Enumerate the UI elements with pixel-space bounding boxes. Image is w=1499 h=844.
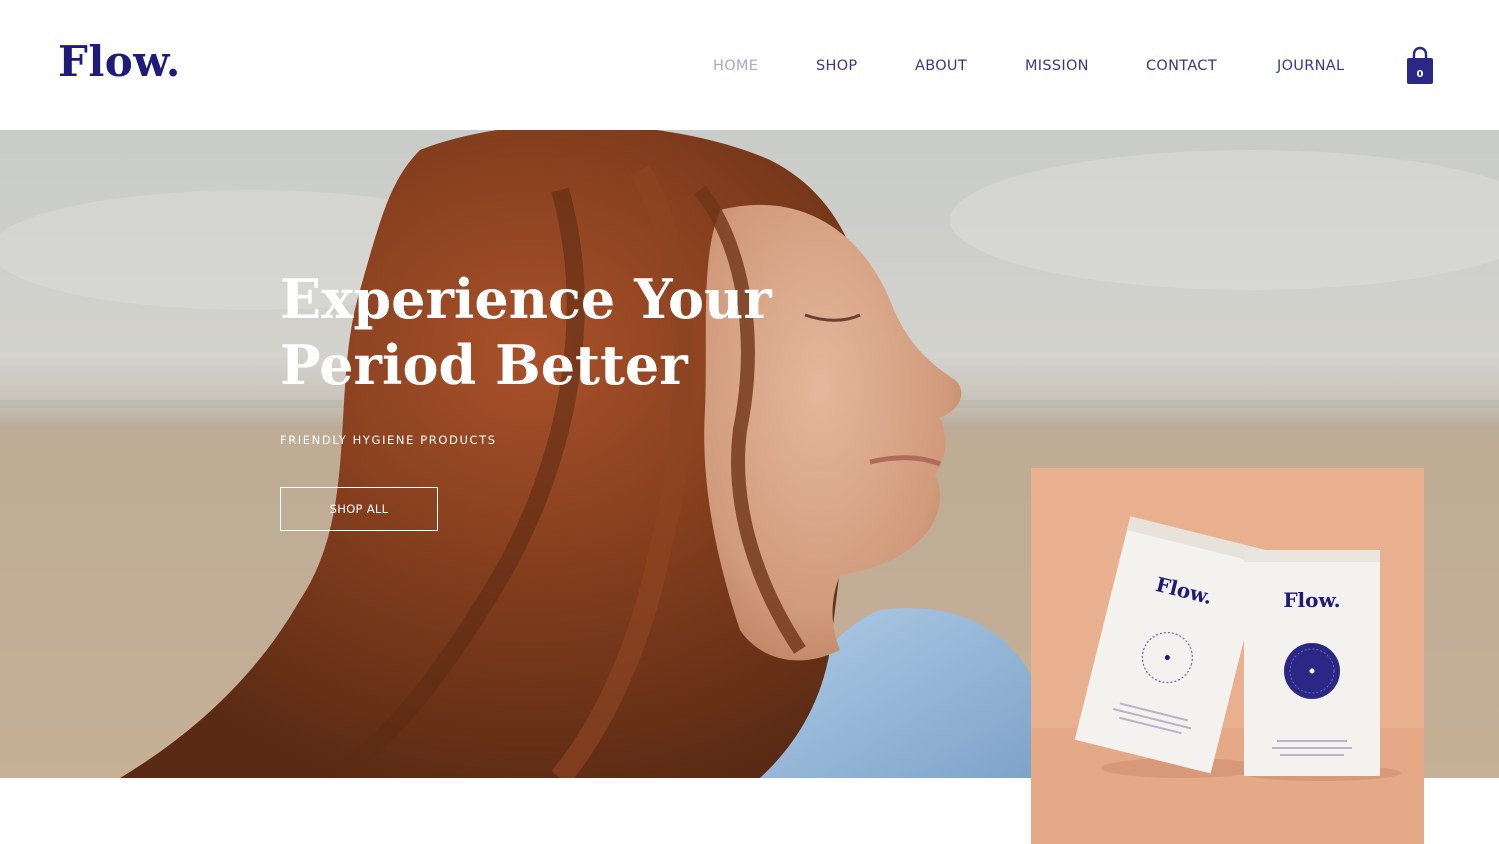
nav-item-home[interactable]: HOME <box>713 55 758 77</box>
shop-all-button[interactable]: SHOP ALL <box>280 487 438 531</box>
shopping-bag-icon: 0 <box>1407 46 1433 84</box>
nav-item-journal[interactable]: JOURNAL <box>1277 55 1344 77</box>
product-box-upright: Flow. <box>1244 550 1380 776</box>
box-brand-label-2: Flow. <box>1283 588 1340 612</box>
brand-logo[interactable]: Flow. <box>58 36 181 88</box>
site-header: Flow. HOME SHOP ABOUT MISSION CONTACT JO… <box>0 0 1499 130</box>
hero-headline-line-1: Experience Your <box>280 267 772 331</box>
cart-count: 0 <box>1417 69 1424 80</box>
nav-item-contact[interactable]: CONTACT <box>1146 55 1217 77</box>
nav-item-about[interactable]: ABOUT <box>915 55 967 77</box>
hero-headline-line-2: Period Better <box>280 333 688 397</box>
product-showcase-image: Flow. Flow. <box>1031 468 1424 844</box>
hero-tagline: FRIENDLY HYGIENE PRODUCTS <box>280 433 497 447</box>
nav-item-shop[interactable]: SHOP <box>816 55 857 77</box>
cart-button[interactable]: 0 <box>1403 44 1437 86</box>
product-boxes-illustration: Flow. Flow. <box>1031 468 1424 844</box>
hero-headline: Experience Your Period Better <box>280 266 772 398</box>
nav-item-mission[interactable]: MISSION <box>1025 55 1089 77</box>
